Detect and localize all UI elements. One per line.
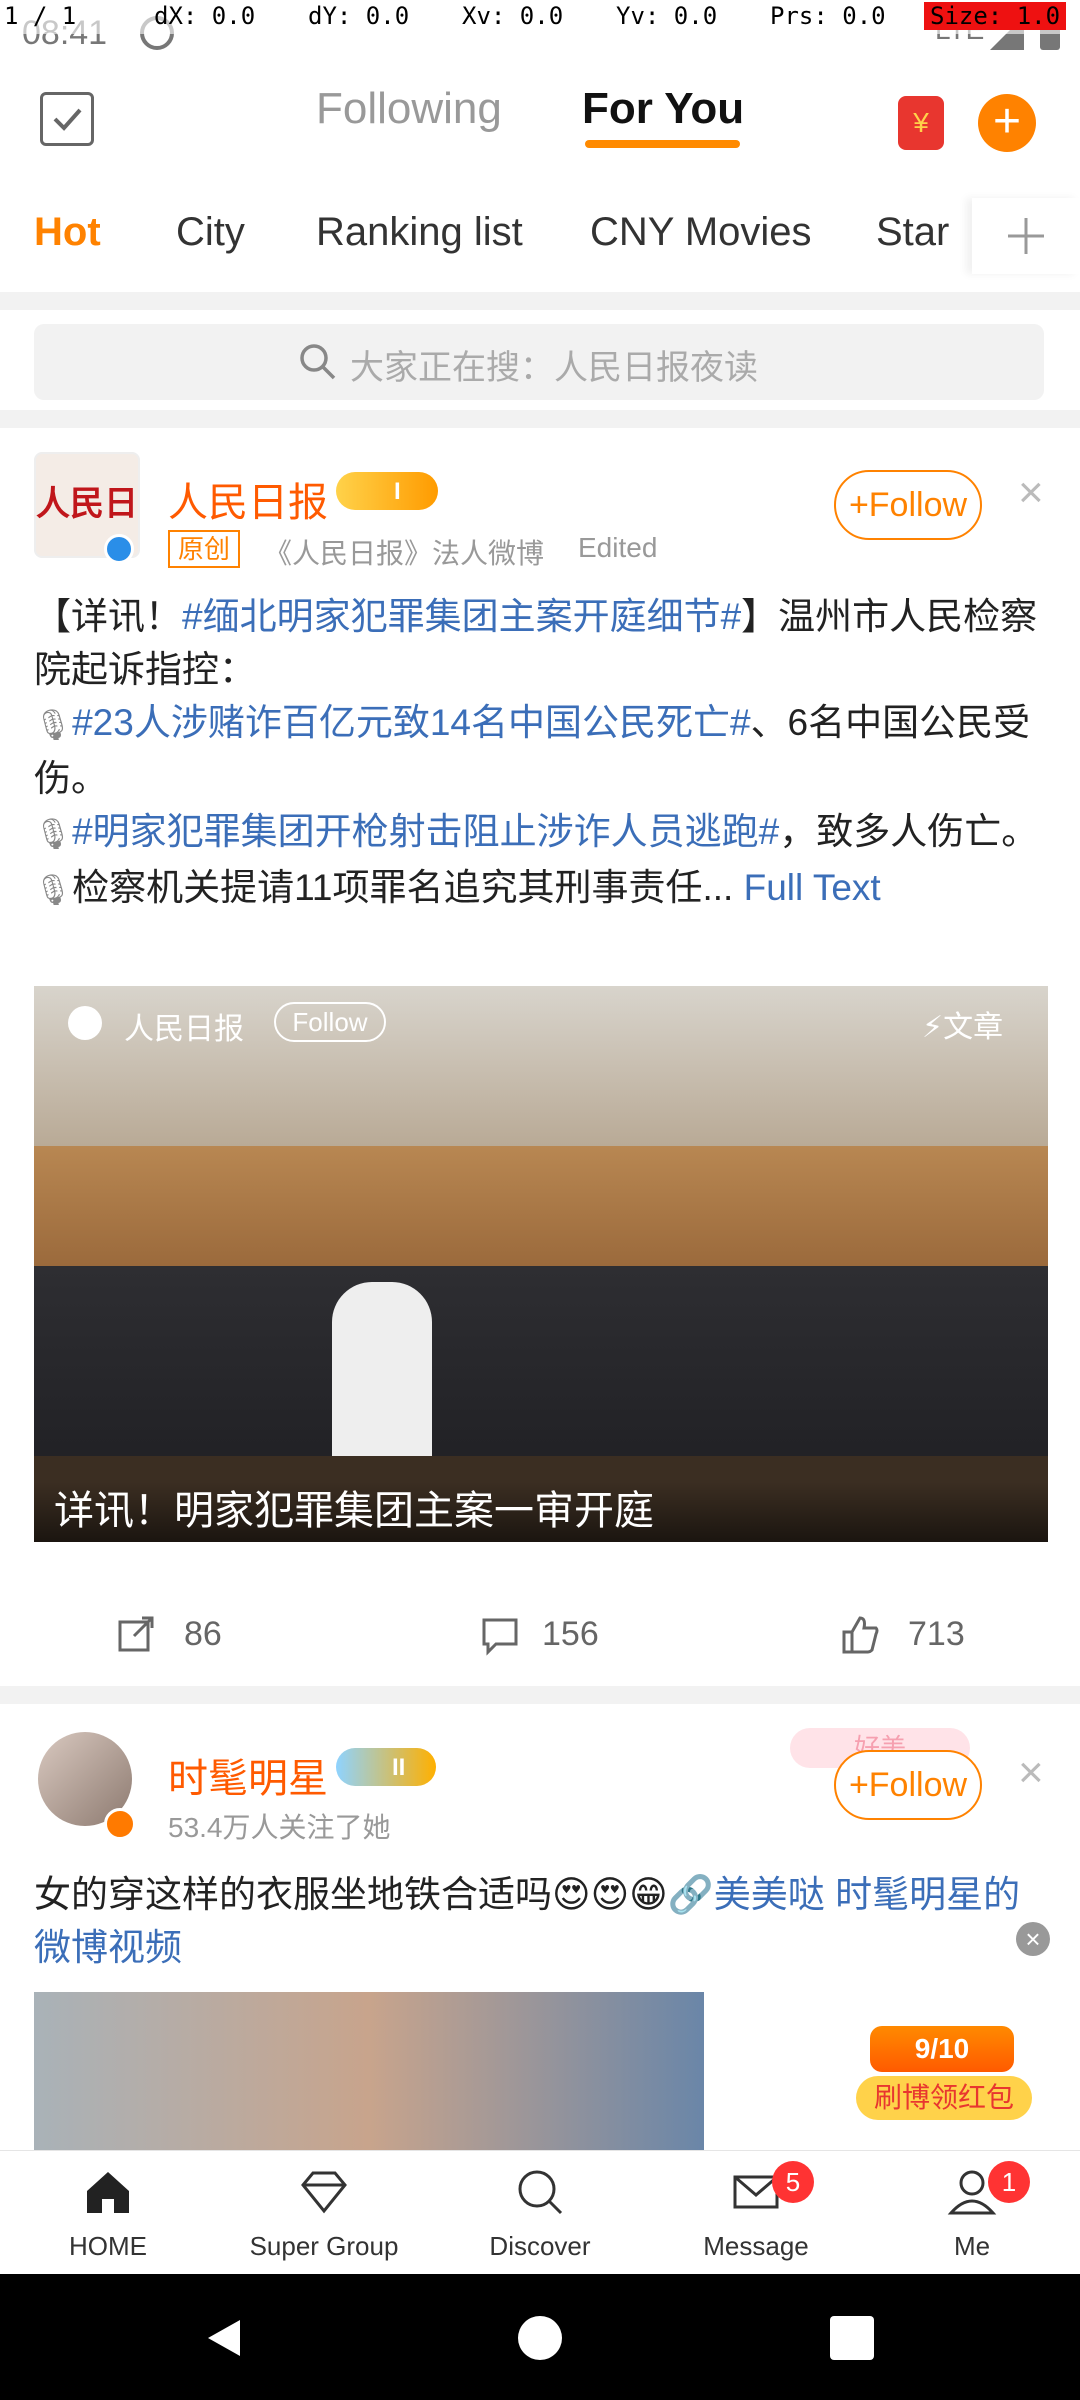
nav-label: Super Group — [249, 2231, 399, 2261]
post-subtitle: 《人民日报》法人微博 — [264, 538, 545, 569]
red-packet-promo[interactable]: 刷博领红包 — [856, 2076, 1032, 2120]
nav-super-group[interactable]: Super Group — [216, 2151, 432, 2275]
follow-button[interactable]: +Follow — [834, 470, 982, 540]
topic-link[interactable]: #明家犯罪集团开枪射击阻止涉诈人员逃跑# — [72, 811, 779, 852]
top-nav: Following For You ¥ + — [0, 64, 1080, 176]
post-author[interactable]: 时髦明星 — [168, 1746, 328, 1804]
home-icon — [87, 2172, 129, 2213]
mascot-badge-icon: II — [336, 1748, 436, 1786]
comment-count: 156 — [542, 1614, 599, 1653]
repost-button[interactable]: 86 — [114, 1588, 222, 1680]
full-text-link[interactable]: Full Text — [744, 867, 881, 908]
post-text: 女的穿这样的衣服坐地铁合适吗😍😍😁🔗美美哒 时髦明星的微博视频 — [34, 1874, 1021, 1968]
comment-button[interactable]: 156 — [478, 1588, 599, 1680]
message-badge: 5 — [772, 2161, 814, 2203]
search-bar[interactable]: 大家正在搜：人民日报夜读 — [34, 324, 1044, 400]
topic-link[interactable]: #缅北明家犯罪集团主案开庭细节# — [182, 596, 741, 637]
like-count: 713 — [908, 1614, 965, 1653]
me-badge: 1 — [988, 2161, 1030, 2203]
debug-dx: dX: 0.0 — [154, 2, 256, 30]
android-nav-bar — [0, 2274, 1080, 2400]
microphone-icon: 🎙 — [34, 709, 73, 742]
pointer-debug-bar: 1 / 1 dX: 0.0 dY: 0.0 Xv: 0.0 Yv: 0.0 Pr… — [0, 0, 1080, 34]
nav-discover[interactable]: Discover — [432, 2151, 648, 2275]
feed-post: 人民日报 人民日报 I 原创 《人民日报》法人微博 Edited +Follow… — [0, 428, 1080, 1656]
follow-button[interactable]: +Follow — [834, 1750, 982, 1820]
discover-search-icon — [518, 2170, 563, 2215]
home-button-icon[interactable] — [518, 2316, 562, 2360]
verified-icon — [104, 1808, 136, 1840]
nav-label: Discover — [489, 2231, 591, 2261]
post-text: 【详讯！#缅北明家犯罪集团主案开庭细节#】温州市人民检察院起诉指控： 🎙#23人… — [34, 596, 1039, 908]
divider — [0, 410, 1080, 428]
channel-city[interactable]: City — [176, 210, 245, 255]
follower-count: 53.4万人关注了她 — [168, 1812, 391, 1843]
close-icon[interactable]: × — [1018, 468, 1044, 518]
debug-xv: Xv: 0.0 — [462, 2, 564, 30]
source-avatar — [68, 1006, 102, 1040]
checkin-icon[interactable] — [40, 92, 94, 146]
dismiss-icon[interactable]: × — [1016, 1922, 1050, 1956]
feed-post: 时髦明星 II 53.4万人关注了她 好美 +Follow × 女的穿这样的衣服… — [0, 1704, 1080, 2150]
channel-cny-movies[interactable]: CNY Movies — [590, 210, 812, 255]
channel-more[interactable] — [972, 198, 1080, 274]
back-icon[interactable] — [200, 2314, 248, 2362]
repost-count: 86 — [184, 1614, 222, 1653]
debug-yv: Yv: 0.0 — [616, 2, 718, 30]
topic-link[interactable]: #23人涉赌诈百亿元致14名中国公民死亡# — [72, 702, 750, 743]
channel-hot[interactable]: Hot — [34, 210, 101, 255]
card-source: 人民日报 — [124, 1013, 244, 1046]
search-placeholder: 大家正在搜：人民日报夜读 — [350, 349, 758, 387]
nav-me[interactable]: 1 Me — [864, 2151, 1080, 2275]
channel-star[interactable]: Star — [876, 210, 956, 255]
nav-label: HOME — [69, 2231, 147, 2261]
nav-label: Me — [953, 2231, 991, 2261]
topic-link[interactable]: 🔗美美哒 — [668, 1874, 825, 1915]
add-channel-icon — [1008, 218, 1044, 254]
channel-tabs: Hot City Ranking list CNY Movies Star — [0, 188, 1080, 284]
verified-icon — [104, 534, 134, 564]
thumbs-up-icon — [842, 1616, 879, 1654]
red-envelope-icon[interactable]: ¥ — [898, 96, 944, 150]
debug-pointer: 1 / 1 — [4, 2, 77, 30]
post-video-thumbnail[interactable] — [34, 1992, 704, 2150]
article-tag: ⚡文章 — [922, 1011, 1004, 1044]
channel-ranking-list[interactable]: Ranking list — [316, 210, 523, 255]
bottom-nav: HOME Super Group Discover 5 Message 1 Me — [0, 2150, 1080, 2274]
card-follow-button[interactable]: Follow — [274, 1002, 386, 1042]
active-tab-underline — [585, 140, 740, 148]
promo-counter[interactable]: 9/10 — [870, 2026, 1014, 2072]
tab-for-you[interactable]: For You — [582, 84, 744, 134]
nav-home[interactable]: HOME — [0, 2151, 216, 2275]
debug-prs: Prs: 0.0 — [770, 2, 886, 30]
tab-following[interactable]: Following — [316, 84, 502, 134]
level-badge-label: I — [394, 478, 401, 505]
wood-panel — [34, 1146, 1048, 1266]
level-badge-label: II — [392, 1754, 406, 1781]
debug-dy: dY: 0.0 — [308, 2, 410, 30]
diamond-icon — [301, 2171, 347, 2214]
divider — [0, 1686, 1080, 1704]
original-tag: 原创 — [168, 530, 241, 568]
compose-icon[interactable]: + — [978, 94, 1036, 152]
microphone-icon: 🎙 — [34, 874, 73, 907]
post-image-card[interactable]: 人民日报 Follow ⚡文章 详讯！明家犯罪集团主案一审开庭 — [34, 986, 1048, 1542]
debug-size: Size: 1.0 — [924, 2, 1067, 30]
comment-icon — [482, 1618, 518, 1656]
card-headline: 详讯！明家犯罪集团主案一审开庭 — [54, 1489, 654, 1533]
divider — [0, 292, 1080, 310]
close-icon[interactable]: × — [1018, 1748, 1044, 1798]
share-icon — [118, 1616, 154, 1652]
post-edited: Edited — [578, 532, 658, 563]
person-white-shirt — [332, 1282, 432, 1482]
nav-message[interactable]: 5 Message — [648, 2151, 864, 2275]
like-button[interactable]: 713 — [838, 1588, 965, 1680]
recents-icon[interactable] — [830, 2316, 874, 2360]
search-icon — [300, 344, 336, 380]
nav-label: Message — [703, 2231, 809, 2261]
post-author[interactable]: 人民日报 — [168, 470, 328, 528]
post-actions: 86 156 713 — [0, 1588, 1080, 1680]
crown-badge-icon: I — [336, 472, 438, 510]
microphone-icon: 🎙 — [34, 818, 73, 851]
